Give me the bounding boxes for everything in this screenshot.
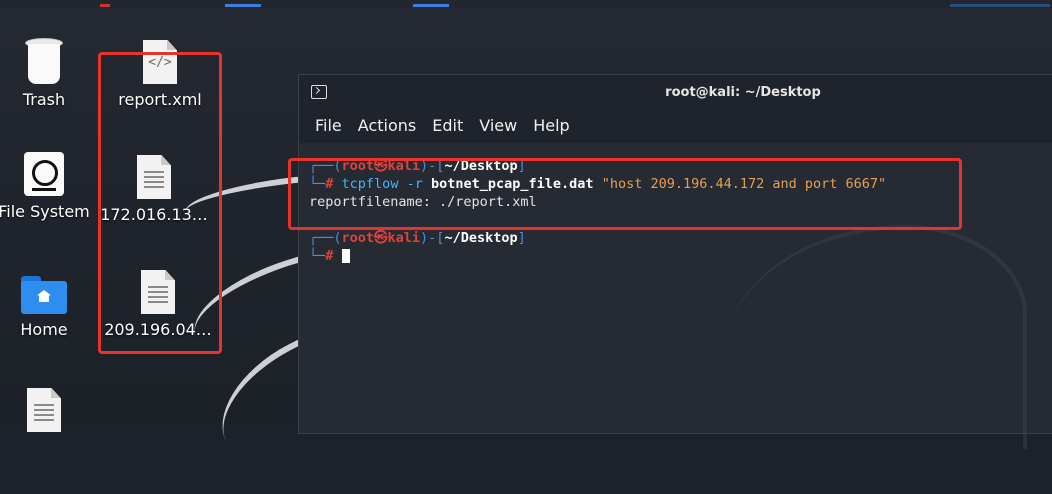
text-cursor [341,249,350,263]
terminal-window[interactable]: root@kali: ~/Desktop File Actions Edit V… [298,74,1052,449]
input-line[interactable]: └─# [309,247,1052,265]
window-title: root@kali: ~/Desktop [665,85,821,100]
menu-bar: File Actions Edit View Help [299,111,1052,143]
command-highlight-box [288,158,962,230]
text-file-icon [27,388,61,432]
desktop-icon-label: Home [20,320,68,339]
trash-icon [25,38,63,84]
hard-drive-icon [24,152,64,196]
menu-file[interactable]: File [307,111,350,143]
menu-edit[interactable]: Edit [424,111,471,143]
desktop-icon-label: Trash [22,90,66,109]
desktop-icon-file-system[interactable]: File System [0,152,104,221]
terminal-titlebar[interactable]: root@kali: ~/Desktop [299,75,1052,111]
menu-view[interactable]: View [471,111,525,143]
top-panel [0,0,1052,8]
menu-help[interactable]: Help [525,111,577,143]
desktop-icon-partial[interactable] [0,388,104,438]
menu-actions[interactable]: Actions [350,111,424,143]
home-folder-icon [21,276,67,314]
desktop-icon-home[interactable]: Home [0,276,104,339]
desktop-icon-trash[interactable]: Trash [0,38,104,109]
prompt-line: ┌──(root㉿kali)-[~/Desktop] [309,230,526,246]
files-highlight-box [98,52,222,354]
desktop-icon-label: File System [0,202,90,221]
